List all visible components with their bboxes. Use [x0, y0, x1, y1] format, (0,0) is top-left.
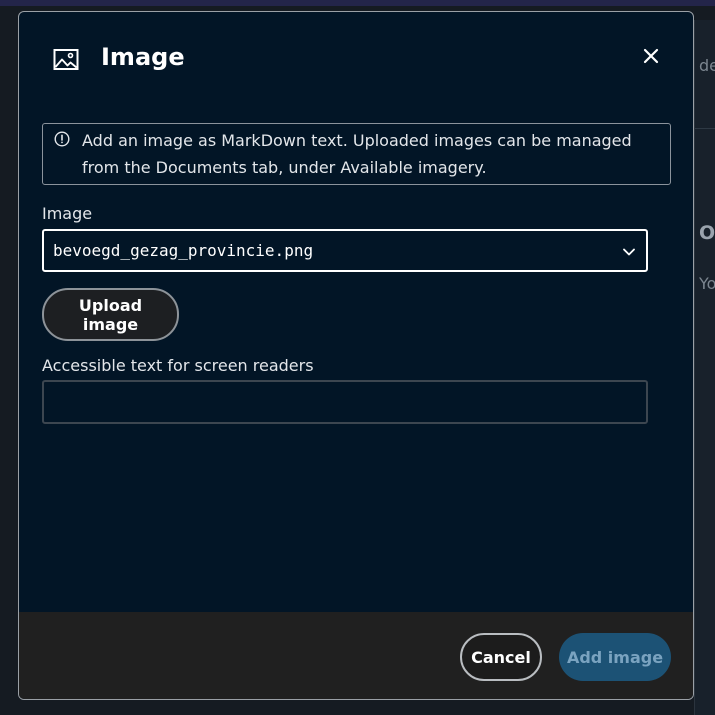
background-heading-fragment: Ole — [699, 222, 715, 244]
image-select-value: bevoegd_gezag_provincie.png — [53, 241, 314, 260]
image-dialog: Image Add an image as MarkDown text. Upl… — [18, 11, 694, 700]
background-divider — [695, 128, 715, 129]
background-text-fragment: You — [699, 274, 715, 293]
image-select[interactable]: bevoegd_gezag_provincie.png — [42, 229, 648, 272]
image-icon — [53, 48, 79, 72]
info-circle-icon — [54, 131, 70, 147]
upload-image-button[interactable]: Upload image — [42, 288, 179, 341]
dialog-title: Image — [101, 43, 185, 71]
alt-text-label: Accessible text for screen readers — [42, 356, 314, 375]
app-top-bar — [0, 0, 715, 6]
add-image-button[interactable]: Add image — [559, 633, 671, 681]
dialog-footer: Cancel Add image — [19, 612, 693, 699]
background-page: de Ole You — [694, 20, 715, 715]
cancel-button[interactable]: Cancel — [460, 633, 542, 681]
info-notice: Add an image as MarkDown text. Uploaded … — [42, 123, 671, 185]
notice-text: Add an image as MarkDown text. Uploaded … — [82, 131, 632, 177]
background-text-fragment: de — [699, 56, 715, 75]
close-icon — [635, 48, 667, 75]
chevron-down-icon — [622, 244, 636, 258]
alt-text-input[interactable] — [42, 380, 648, 424]
close-button[interactable] — [635, 40, 667, 72]
image-field-label: Image — [42, 204, 93, 223]
